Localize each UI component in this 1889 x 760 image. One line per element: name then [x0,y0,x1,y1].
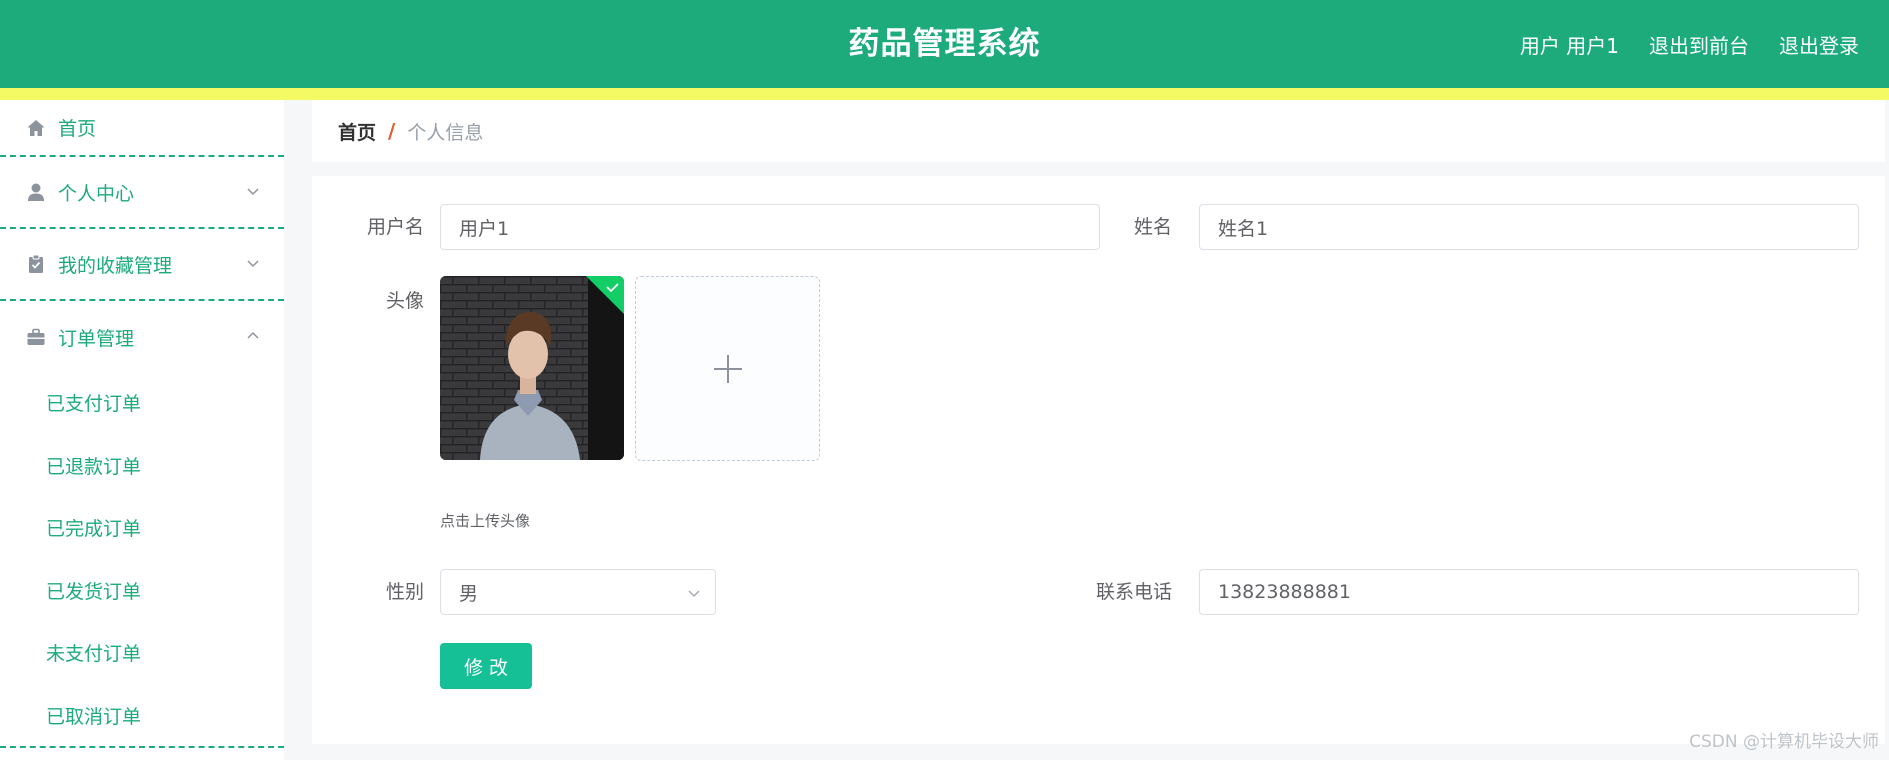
gender-label: 性别 [385,581,424,603]
user-icon [26,182,46,202]
username-field[interactable]: 用户1 [440,204,1100,250]
watermark: CSDN @计算机毕设大师 [1689,732,1879,752]
chevron-up-icon [247,331,259,339]
chevron-down-icon [688,590,700,598]
name-field[interactable]: 姓名1 [1199,204,1859,250]
breadcrumb-home-link[interactable]: 首页 [338,118,376,145]
current-user-label: 用户 用户1 [1519,33,1619,58]
header-actions: 用户 用户1 退出到前台 退出登录 [1520,0,1859,88]
name-label: 姓名 [1133,216,1172,238]
avatar-label: 头像 [385,290,424,312]
avatar-upload-button[interactable] [635,276,820,461]
top-header: 药品管理系统 用户 用户1 退出到前台 退出登录 [0,0,1889,88]
sidebar-item-favorites[interactable]: 我的收藏管理 [0,229,284,301]
phone-field[interactable]: 13823888881 [1199,569,1859,615]
submit-button[interactable]: 修改 [440,643,532,689]
sidebar-subitem-paid-orders[interactable]: 已支付订单 [0,373,284,436]
chevron-down-icon [247,260,259,268]
sidebar-item-home[interactable]: 首页 [0,100,284,157]
upload-hint: 点击上传头像 [440,512,531,530]
header-accent-stripe [0,88,1889,100]
sidebar-item-label: 我的收藏管理 [58,254,173,277]
breadcrumb: 首页 / 个人信息 [312,100,1885,162]
sidebar-subitem-cancelled-orders[interactable]: 已取消订单 [0,686,284,748]
sidebar-item-label: 订单管理 [58,327,135,350]
sidebar-item-label: 首页 [58,118,97,140]
briefcase-icon [26,327,46,347]
sidebar-subitem-completed-orders[interactable]: 已完成订单 [0,498,284,561]
phone-label: 联系电话 [1095,581,1172,603]
exit-to-front-link[interactable]: 退出到前台 [1649,30,1749,59]
personal-info-form: 用户名 用户1 姓名 姓名1 头像 点击上传头像 性别 男 联系电话 13823… [312,176,1885,744]
logout-link[interactable]: 退出登录 [1779,30,1859,59]
gender-select[interactable]: 男 [440,569,716,615]
sidebar-item-orders[interactable]: 订单管理 [0,301,284,373]
sidebar-subitem-unpaid-orders[interactable]: 未支付订单 [0,623,284,686]
home-icon [26,118,46,138]
avatar-image[interactable] [440,276,624,460]
chevron-down-icon [247,188,259,196]
sidebar-subitem-refunded-orders[interactable]: 已退款订单 [0,436,284,499]
plus-icon [714,355,742,383]
breadcrumb-current: 个人信息 [407,121,484,144]
sidebar: 首页 个人中心 我的收藏管理 订单管理 已支付订单 已退款订单 已完成订单 已发… [0,100,284,760]
username-label: 用户名 [366,216,424,238]
sidebar-item-personal-center[interactable]: 个人中心 [0,157,284,229]
sidebar-item-label: 个人中心 [58,182,135,205]
gender-selected-value: 男 [459,582,479,605]
upload-success-icon [586,276,624,314]
sidebar-subitem-shipped-orders[interactable]: 已发货订单 [0,561,284,624]
clipboard-icon [26,254,46,274]
breadcrumb-separator: / [388,119,396,143]
